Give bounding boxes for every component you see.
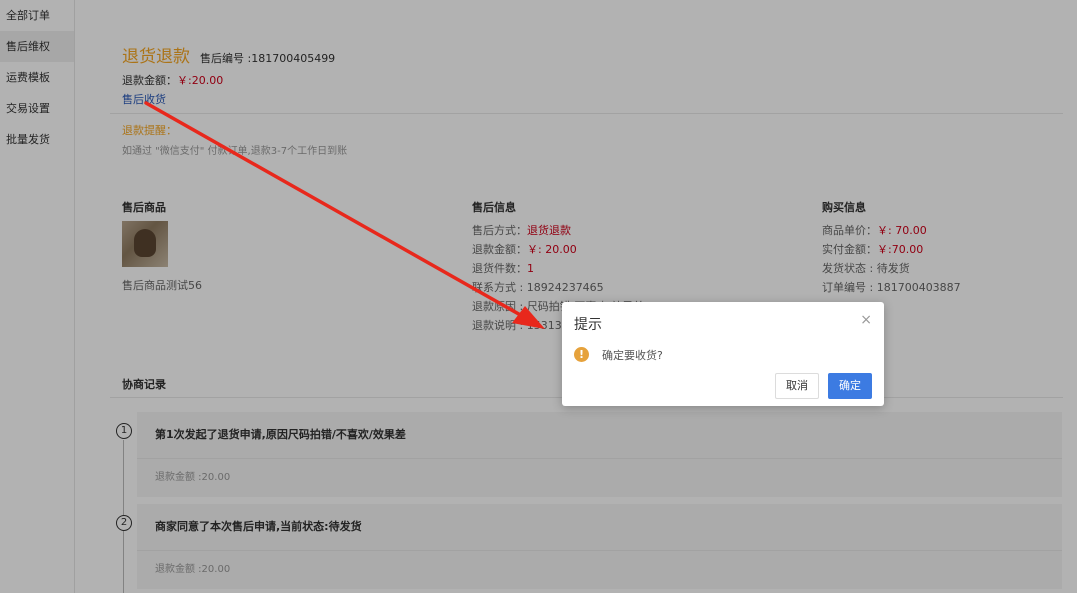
- dialog-message: 确定要收货?: [602, 349, 663, 362]
- confirm-button[interactable]: 确定: [828, 373, 872, 399]
- warning-icon: !: [574, 347, 589, 362]
- dialog-title: 提示: [574, 317, 602, 333]
- modal-overlay[interactable]: [0, 0, 1077, 593]
- confirm-dialog: 提示 × ! 确定要收货? 取消 确定: [562, 302, 884, 406]
- close-icon[interactable]: ×: [860, 312, 872, 328]
- cancel-button[interactable]: 取消: [775, 373, 819, 399]
